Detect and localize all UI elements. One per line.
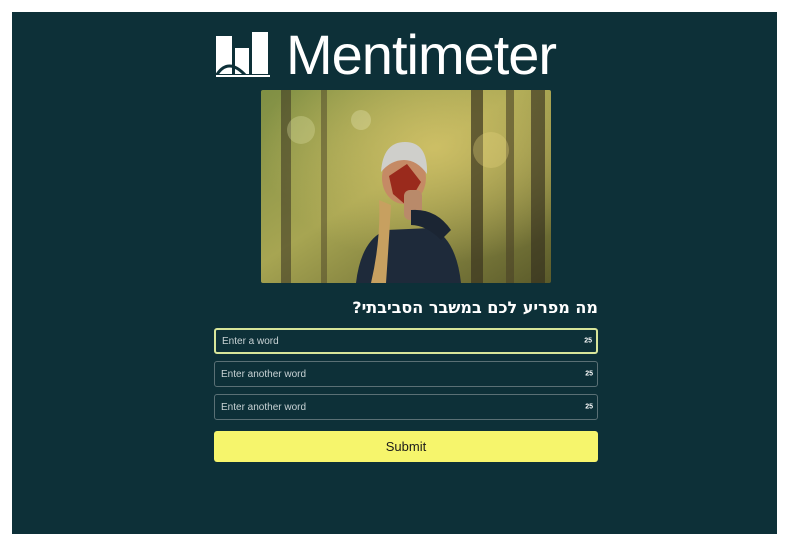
hero-image: [261, 90, 551, 283]
mentimeter-logo: Mentimeter: [216, 23, 557, 86]
forest-photo-illustration: [261, 90, 551, 283]
word-input-2[interactable]: [215, 362, 597, 386]
word-input-1-field[interactable]: 25: [214, 328, 598, 354]
submit-button[interactable]: Submit: [214, 431, 598, 462]
word-input-2-field[interactable]: 25: [214, 361, 598, 387]
word-input-3-field[interactable]: 25: [214, 394, 598, 420]
char-counter-3: 25: [585, 403, 593, 411]
brand-name: Mentimeter: [286, 23, 557, 86]
question-title: מה מפריע לכם במשבר הסביבתי?: [352, 298, 598, 317]
word-input-3[interactable]: [215, 395, 597, 419]
voting-page: Mentimeter מה מפריע לכם במשבר הסביבתי? E…: [12, 12, 777, 534]
char-counter-2: 25: [585, 370, 593, 378]
word-input-1[interactable]: [216, 330, 596, 352]
mentimeter-bars-icon: [216, 32, 270, 78]
char-counter-1: 25: [584, 337, 592, 345]
